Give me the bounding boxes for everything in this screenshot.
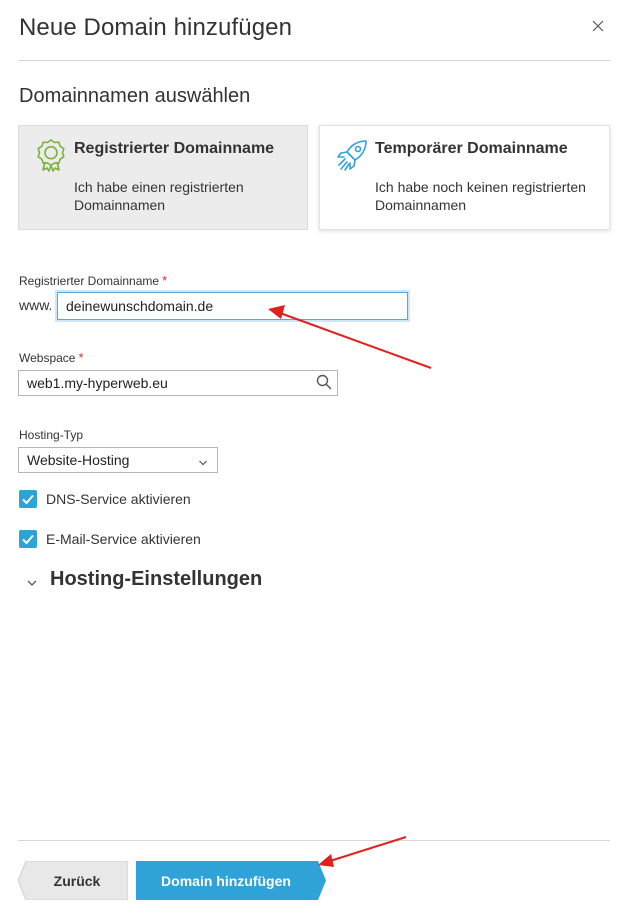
annotation-arrow-icon: [268, 305, 432, 369]
annotation-arrow-icon: [318, 836, 407, 867]
annotation-arrows: [268, 305, 432, 867]
